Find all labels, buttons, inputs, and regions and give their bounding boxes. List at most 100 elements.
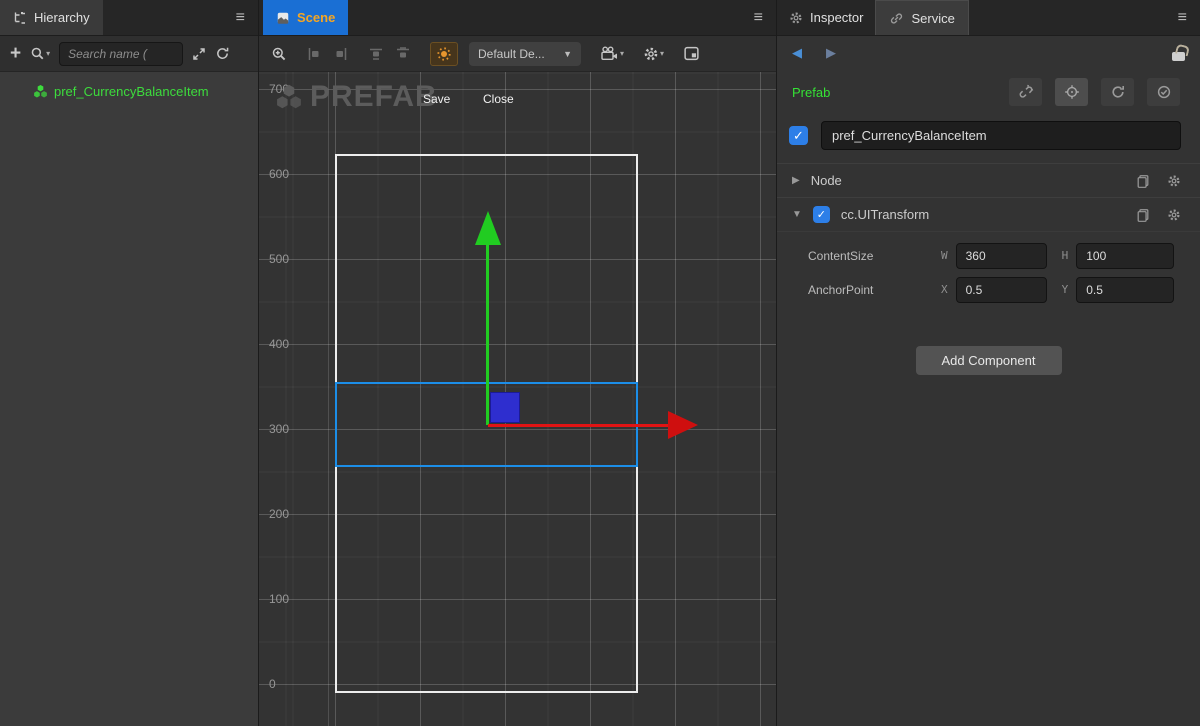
hierarchy-panel: Hierarchy ≡ + ▾ bbox=[0, 0, 258, 726]
dropdown-arrow-icon: ▼ bbox=[563, 49, 572, 59]
tab-scene-label: Scene bbox=[297, 10, 335, 25]
prefab-locate-button[interactable] bbox=[1055, 78, 1088, 106]
prefab-row: Prefab bbox=[777, 69, 1200, 115]
ruler-label: 300 bbox=[269, 422, 289, 436]
anchor-point-y-input[interactable] bbox=[1076, 277, 1174, 303]
inspector-gear-icon bbox=[789, 11, 803, 25]
search-input[interactable] bbox=[59, 42, 183, 66]
align-bottom-icon[interactable] bbox=[395, 46, 411, 62]
anchor-point-row: AnchorPoint X Y bbox=[777, 275, 1200, 304]
gizmo-anchor-handle[interactable] bbox=[490, 392, 520, 423]
scene-menu-icon[interactable]: ≡ bbox=[741, 10, 776, 26]
gizmo-y-axis-arrowhead-icon[interactable] bbox=[475, 211, 501, 245]
prefab-watermark: PREFAB bbox=[275, 80, 438, 114]
hierarchy-tree-icon bbox=[13, 11, 27, 25]
layout-split-icon[interactable] bbox=[683, 45, 700, 62]
node-section-header[interactable]: ▶ Node bbox=[777, 163, 1200, 197]
tab-scene[interactable]: Scene bbox=[263, 0, 348, 35]
node-header-icons bbox=[1136, 174, 1181, 188]
scene-light-toggle[interactable] bbox=[430, 42, 458, 66]
gizmo-x-axis[interactable] bbox=[488, 424, 669, 427]
editor-window: Hierarchy ≡ + ▾ bbox=[0, 0, 1200, 726]
uitransform-enabled-checkbox[interactable]: ✓ bbox=[813, 206, 830, 223]
prefab-apply-button[interactable] bbox=[1147, 78, 1180, 106]
anchor-y-key-label: Y bbox=[1062, 283, 1069, 296]
content-size-height-input[interactable] bbox=[1076, 243, 1174, 269]
history-forward-button[interactable]: ▶ bbox=[826, 45, 836, 61]
node-docs-icon[interactable] bbox=[1136, 174, 1150, 188]
ruler-label: 600 bbox=[269, 167, 289, 181]
view-mode-dropdown[interactable]: Default De... ▼ bbox=[469, 42, 581, 66]
camera-caret-icon: ▾ bbox=[620, 49, 624, 58]
search-filter-button[interactable]: ▾ bbox=[30, 46, 50, 61]
add-node-button[interactable]: + bbox=[10, 43, 21, 65]
search-filter-caret-icon: ▾ bbox=[46, 49, 50, 58]
uitransform-header[interactable]: ▼ ✓ cc.UITransform bbox=[777, 197, 1200, 231]
tab-inspector[interactable]: Inspector bbox=[777, 0, 875, 35]
content-size-width-input[interactable] bbox=[956, 243, 1047, 269]
gizmo-y-axis[interactable] bbox=[486, 244, 489, 425]
hierarchy-toolbar: + ▾ bbox=[0, 36, 258, 72]
ruler-label: 400 bbox=[269, 337, 289, 351]
align-top-icon[interactable] bbox=[368, 46, 384, 62]
prefab-cubes-icon bbox=[33, 84, 48, 99]
node-active-checkbox[interactable]: ✓ bbox=[789, 126, 808, 145]
ruler-label: 100 bbox=[269, 592, 289, 606]
refresh-icon[interactable] bbox=[215, 46, 230, 61]
align-left-icon[interactable] bbox=[306, 46, 322, 62]
hierarchy-menu-icon[interactable]: ≡ bbox=[223, 10, 258, 26]
view-mode-value: Default De... bbox=[478, 47, 545, 61]
tab-service-label: Service bbox=[911, 11, 954, 26]
gear-caret-icon: ▾ bbox=[660, 49, 664, 58]
prefab-restore-button[interactable] bbox=[1101, 78, 1134, 106]
prefab-save-button[interactable]: Save bbox=[423, 92, 450, 106]
hierarchy-item-prefab-root[interactable]: pref_CurrencyBalanceItem bbox=[0, 80, 258, 103]
uitransform-docs-icon[interactable] bbox=[1136, 208, 1150, 222]
inspector-menu-icon[interactable]: ≡ bbox=[1165, 10, 1200, 26]
uitransform-label: cc.UITransform bbox=[841, 207, 929, 222]
prefab-close-button[interactable]: Close bbox=[483, 92, 514, 106]
tab-hierarchy[interactable]: Hierarchy bbox=[0, 0, 103, 35]
prefab-label: Prefab bbox=[792, 85, 830, 100]
expand-all-icon[interactable] bbox=[192, 47, 206, 61]
ruler-label: 200 bbox=[269, 507, 289, 521]
uitransform-header-icons bbox=[1136, 208, 1181, 222]
ruler-label: 0 bbox=[269, 677, 276, 691]
camera-settings-button[interactable]: ▾ bbox=[600, 46, 624, 61]
scene-panel: Scene ≡ bbox=[258, 0, 777, 726]
scene-gear-button[interactable]: ▾ bbox=[643, 46, 664, 62]
align-right-icon[interactable] bbox=[333, 46, 349, 62]
tab-service[interactable]: Service bbox=[875, 0, 968, 35]
node-collapse-icon[interactable]: ▶ bbox=[792, 175, 800, 186]
scene-tabbar: Scene ≡ bbox=[259, 0, 776, 36]
prefab-watermark-cubes-icon bbox=[275, 83, 303, 111]
anchor-x-key-label: X bbox=[941, 283, 948, 296]
uitransform-body: ContentSize W H AnchorPoint X Y bbox=[777, 231, 1200, 309]
uitransform-settings-gear-icon[interactable] bbox=[1167, 208, 1181, 222]
scene-toolbar: Default De... ▼ ▾ ▾ bbox=[259, 36, 776, 72]
zoom-in-icon[interactable] bbox=[271, 46, 287, 62]
anchor-point-x-input[interactable] bbox=[956, 277, 1047, 303]
history-back-button[interactable]: ◀ bbox=[792, 45, 802, 61]
inspector-nav-row: ◀ ▶ bbox=[777, 36, 1200, 69]
prefab-unlink-button[interactable] bbox=[1009, 78, 1042, 106]
inspector-tabbar: Inspector Service ≡ bbox=[777, 0, 1200, 36]
node-settings-gear-icon[interactable] bbox=[1167, 174, 1181, 188]
width-key-label: W bbox=[941, 249, 948, 262]
uitransform-collapse-icon[interactable]: ▼ bbox=[792, 209, 802, 220]
scene-viewport[interactable]: 700 600 500 400 300 200 100 0 PREFAB Sav… bbox=[259, 72, 776, 726]
gizmo-x-axis-arrowhead-icon[interactable] bbox=[668, 411, 698, 439]
inspector-panel: Inspector Service ≡ ◀ ▶ Prefab bbox=[777, 0, 1200, 726]
scene-tab-icon bbox=[276, 11, 290, 25]
content-size-label: ContentSize bbox=[808, 249, 941, 263]
hierarchy-tree: pref_CurrencyBalanceItem bbox=[0, 72, 258, 726]
ruler-label: 500 bbox=[269, 252, 289, 266]
node-name-row: ✓ bbox=[777, 115, 1200, 163]
node-name-input[interactable] bbox=[821, 121, 1181, 150]
tab-inspector-label: Inspector bbox=[810, 10, 863, 25]
lock-icon[interactable] bbox=[1172, 52, 1185, 61]
node-section-label: Node bbox=[811, 173, 842, 188]
add-component-button[interactable]: Add Component bbox=[916, 346, 1062, 375]
hierarchy-tabbar: Hierarchy ≡ bbox=[0, 0, 258, 36]
prefab-watermark-label: PREFAB bbox=[310, 80, 438, 114]
